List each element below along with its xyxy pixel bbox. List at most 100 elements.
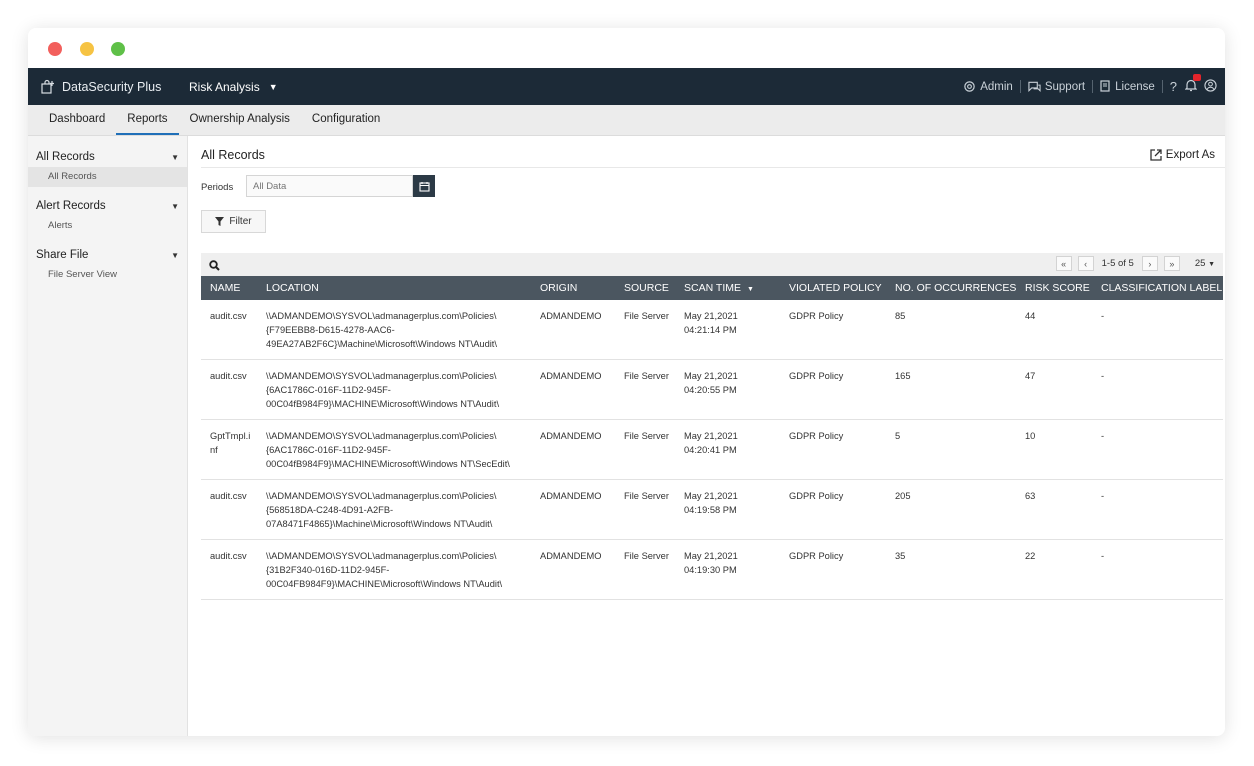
user-menu-button[interactable] [1204,78,1217,95]
page-range: 1-5 of 5 [1101,258,1134,269]
first-page-button[interactable]: « [1055,256,1072,271]
scan-date: May 21,2021 [684,371,738,381]
table-row[interactable]: GptTmpl.inf \\ADMANDEMO\SYSVOL\admanager… [201,419,1223,480]
search-button[interactable] [209,258,220,276]
sidebar-group-label: All Records [36,151,95,163]
help-icon[interactable]: ? [1170,79,1177,94]
cell-origin: ADMANDEMO [531,359,615,420]
cell-source: File Server [615,300,675,360]
top-right-links: Admin Support License ? [963,68,1217,105]
cell-source: File Server [615,419,675,480]
brand[interactable]: DataSecurity Plus [28,79,178,95]
divider [1092,80,1094,93]
cell-risk-score: 47 [1016,359,1092,420]
tab-reports[interactable]: Reports [116,113,179,135]
scan-clock: 04:20:55 PM [684,385,737,395]
table-row[interactable]: audit.csv \\ADMANDEMO\SYSVOL\admanagerpl… [201,359,1223,420]
scan-date: May 21,2021 [684,551,738,561]
content-area: All Records ▼ All Records Alert Records … [28,136,1225,736]
divider [1019,80,1021,93]
window-chrome [28,28,1225,68]
cell-source: File Server [615,539,675,600]
sidebar-group-all-records[interactable]: All Records ▼ [28,144,187,167]
calendar-button[interactable] [413,175,435,197]
cell-name: audit.csv [201,479,257,540]
tab-configuration[interactable]: Configuration [301,113,391,135]
column-header-label: SCAN TIME [684,282,741,294]
scan-clock: 04:19:30 PM [684,565,737,575]
license-label: License [1115,80,1155,93]
scan-clock: 04:19:58 PM [684,505,737,515]
cell-classification: - [1092,479,1223,540]
records-table: NAME LOCATION ORIGIN SOURCE SCAN TIME ▼ V… [201,276,1223,600]
chevron-down-icon: ▼ [171,250,179,260]
cell-name: GptTmpl.inf [201,419,257,480]
cell-policy: GDPR Policy [780,300,886,360]
cell-scan-time: May 21,2021 04:20:55 PM [675,359,780,420]
column-header-source[interactable]: SOURCE [615,276,675,300]
table-row[interactable]: audit.csv \\ADMANDEMO\SYSVOL\admanagerpl… [201,300,1223,360]
sidebar-group-alert-records[interactable]: Alert Records ▼ [28,193,187,216]
cell-occurrences: 35 [886,539,1016,600]
module-switcher[interactable]: Risk Analysis ▼ [189,80,278,94]
cell-location: \\ADMANDEMO\SYSVOL\admanagerplus.com\Pol… [257,479,531,540]
app-window: DataSecurity Plus Risk Analysis ▼ Admin … [28,28,1225,736]
export-button[interactable]: Export As [1150,149,1215,161]
tab-ownership-analysis[interactable]: Ownership Analysis [179,113,301,135]
last-page-button[interactable]: » [1163,256,1180,271]
column-header-classification-label[interactable]: CLASSIFICATION LABEL [1092,276,1223,300]
support-label: Support [1044,80,1086,93]
cell-occurrences: 165 [886,359,1016,420]
sidebar-group-label: Alert Records [36,200,106,212]
column-header-occurrences[interactable]: NO. OF OCCURRENCES [886,276,1016,300]
minimize-window-button[interactable] [80,42,94,56]
license-icon [1100,80,1110,92]
chevron-down-icon: ▼ [268,81,278,92]
sidebar-item-all-records[interactable]: All Records [28,167,187,187]
column-header-name[interactable]: NAME [201,276,257,300]
filter-label: Filter [229,216,252,227]
tab-dashboard[interactable]: Dashboard [38,113,116,135]
prev-page-button[interactable]: ‹ [1077,256,1094,271]
sidebar-item-alerts[interactable]: Alerts [28,216,187,236]
license-link[interactable]: License [1100,80,1155,93]
notifications-button[interactable] [1184,73,1201,95]
column-header-location[interactable]: LOCATION [257,276,531,300]
cell-policy: GDPR Policy [780,419,886,480]
cell-scan-time: May 21,2021 04:20:41 PM [675,419,780,480]
close-window-button[interactable] [48,42,62,56]
cell-origin: ADMANDEMO [531,419,615,480]
table-row[interactable]: audit.csv \\ADMANDEMO\SYSVOL\admanagerpl… [201,479,1223,540]
sidebar-item-file-server-view[interactable]: File Server View [28,265,187,285]
chevron-down-icon: ▼ [1208,261,1215,268]
cell-location: \\ADMANDEMO\SYSVOL\admanagerplus.com\Pol… [257,539,531,600]
top-bar: DataSecurity Plus Risk Analysis ▼ Admin … [28,68,1225,105]
cell-location: \\ADMANDEMO\SYSVOL\admanagerplus.com\Pol… [257,300,531,360]
sidebar-group-label: Share File [36,249,89,261]
next-page-button[interactable]: › [1141,256,1158,271]
table-header-row: NAME LOCATION ORIGIN SOURCE SCAN TIME ▼ V… [201,276,1223,300]
filter-button[interactable]: Filter [201,210,266,233]
chat-icon [1028,81,1041,92]
cell-origin: ADMANDEMO [531,479,615,540]
column-header-risk-score[interactable]: RISK SCORE [1016,276,1092,300]
sidebar: All Records ▼ All Records Alert Records … [28,136,188,736]
page-size-select[interactable]: 25 ▼ [1195,258,1215,269]
table-row[interactable]: audit.csv \\ADMANDEMO\SYSVOL\admanagerpl… [201,539,1223,600]
column-header-scan-time[interactable]: SCAN TIME ▼ [675,276,780,300]
period-input[interactable] [247,176,412,197]
maximize-window-button[interactable] [111,42,125,56]
column-header-violated-policy[interactable]: VIOLATED POLICY [780,276,886,300]
period-field[interactable] [246,175,413,197]
sidebar-group-share-file[interactable]: Share File ▼ [28,242,187,265]
support-link[interactable]: Support [1028,81,1085,93]
cell-risk-score: 22 [1016,539,1092,600]
admin-link[interactable]: Admin [963,80,1013,93]
cell-policy: GDPR Policy [780,479,886,540]
scan-date: May 21,2021 [684,491,738,501]
cell-location: \\ADMANDEMO\SYSVOL\admanagerplus.com\Pol… [257,419,531,480]
column-header-origin[interactable]: ORIGIN [531,276,615,300]
cell-classification: - [1092,359,1223,420]
cell-name: audit.csv [201,300,257,360]
cell-classification: - [1092,419,1223,480]
